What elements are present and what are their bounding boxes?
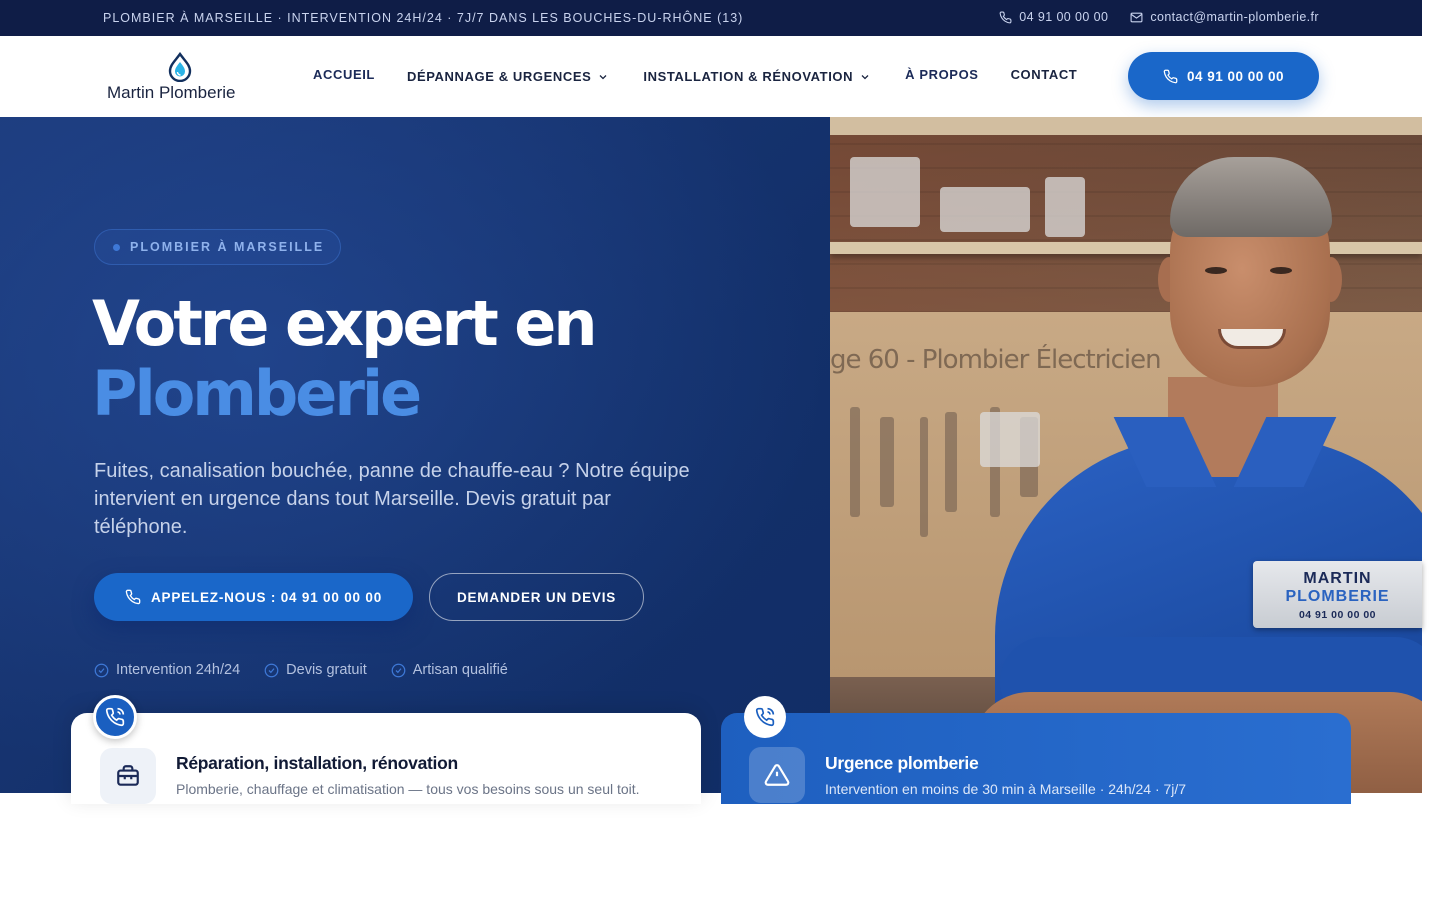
phone-call-icon xyxy=(755,707,775,727)
hero-lead: Fuites, canalisation bouchée, panne de c… xyxy=(94,460,690,538)
header-call-label: 04 91 00 00 00 xyxy=(1186,68,1285,84)
hero-features: Intervention 24h/24 Devis gratuit Artisa… xyxy=(94,662,508,678)
photo-smile xyxy=(1218,329,1286,349)
name-badge-phone: 04 91 00 00 00 xyxy=(1298,609,1377,621)
card-title: Urgence plomberie xyxy=(825,753,979,773)
hero-title: Votre expert en Plomberie xyxy=(92,287,597,430)
topbar-email: contact@martin-plomberie.fr xyxy=(1150,10,1319,24)
photo-part xyxy=(940,187,1030,232)
phone-icon xyxy=(999,11,1012,23)
name-badge-line2: PLOMBERIE xyxy=(1285,588,1390,605)
nav-depannage[interactable]: DÉPANNAGE & URGENCES xyxy=(407,69,609,84)
nav-installation[interactable]: INSTALLATION & RÉNOVATION xyxy=(643,69,871,84)
nav-contact[interactable]: CONTACT xyxy=(1011,67,1078,82)
floating-emergency-call-button[interactable] xyxy=(744,696,786,738)
main-nav: ACCUEIL DÉPANNAGE & URGENCES INSTALLATIO… xyxy=(313,67,1077,84)
photo-eye xyxy=(1205,267,1227,274)
hero-call-label: APPELEZ-NOUS : 04 91 00 00 00 xyxy=(150,589,383,605)
card-title: Réparation, installation, rénovation xyxy=(176,753,458,773)
toolbox-icon xyxy=(117,765,139,786)
photo-part xyxy=(1045,177,1085,237)
phone-call-icon xyxy=(105,707,125,727)
badge-dot xyxy=(113,243,120,251)
photo-tool xyxy=(920,417,928,537)
topbar-phone: 04 91 00 00 00 xyxy=(1019,10,1109,24)
feature-item: Artisan qualifié xyxy=(391,662,508,678)
nav-installation-label: INSTALLATION & RÉNOVATION xyxy=(643,69,854,84)
phone-icon xyxy=(1163,69,1178,83)
feature-item: Intervention 24h/24 xyxy=(94,662,240,678)
photo-tool xyxy=(850,407,860,517)
nav-depannage-label: DÉPANNAGE & URGENCES xyxy=(406,69,592,84)
feature-item: Devis gratuit xyxy=(264,662,367,678)
photo-shelf xyxy=(830,117,1422,135)
check-circle-icon xyxy=(94,663,109,677)
plumber-photo: ge 60 - Plombier Électricien xyxy=(830,117,1422,793)
nav-accueil[interactable]: ACCUEIL xyxy=(313,67,375,82)
services-card[interactable]: Réparation, installation, rénovation Plo… xyxy=(71,713,701,804)
photo-tool xyxy=(880,417,894,507)
site-header: Martin Plomberie ACCUEIL DÉPANNAGE & URG… xyxy=(0,36,1422,117)
feature-label: Intervention 24h/24 xyxy=(116,662,241,678)
chevron-down-icon xyxy=(599,74,607,79)
water-drop-icon xyxy=(168,52,192,82)
emergency-card[interactable]: Urgence plomberie Intervention en moins … xyxy=(721,713,1351,804)
hero-title-line1: Votre expert en xyxy=(92,287,597,360)
photo-tool xyxy=(945,412,957,512)
hero-title-line2: Plomberie xyxy=(92,357,422,430)
topbar-phone-link[interactable]: 04 91 00 00 00 xyxy=(999,10,1108,24)
photo-part xyxy=(850,157,920,227)
hero-quote-button[interactable]: DEMANDER UN DEVIS xyxy=(429,573,644,621)
name-badge-line1: MARTIN xyxy=(1303,570,1372,587)
feature-label: Artisan qualifié xyxy=(412,662,508,678)
check-circle-icon xyxy=(391,663,406,677)
hero-call-button[interactable]: APPELEZ-NOUS : 04 91 00 00 00 xyxy=(94,573,413,621)
card-subtitle: Intervention en moins de 30 min à Marsei… xyxy=(825,781,1187,797)
nav-apropos[interactable]: À PROPOS xyxy=(905,67,978,82)
chevron-down-icon xyxy=(861,74,869,79)
hero-badge: PLOMBIER À MARSEILLE xyxy=(94,229,341,265)
phone-icon xyxy=(125,589,141,605)
photo-shop-sign: ge 60 - Plombier Électricien xyxy=(830,345,1162,375)
feature-label: Devis gratuit xyxy=(286,662,367,678)
logo[interactable]: Martin Plomberie xyxy=(107,50,257,105)
logo-text: Martin Plomberie xyxy=(107,83,236,102)
photo-name-badge: MARTIN PLOMBERIE 04 91 00 00 00 xyxy=(1253,561,1422,628)
check-circle-icon xyxy=(264,663,279,677)
warning-icon xyxy=(764,764,790,786)
page: PLOMBIER À MARSEILLE · INTERVENTION 24H/… xyxy=(0,0,1440,900)
topbar-contacts: 04 91 00 00 00 contact@martin-plomberie.… xyxy=(999,10,1319,24)
mail-icon xyxy=(1130,12,1143,22)
hero-badge-label: PLOMBIER À MARSEILLE xyxy=(130,240,325,254)
hero-section: PLOMBIER À MARSEILLE Votre expert en Plo… xyxy=(0,117,1422,793)
topbar-email-link[interactable]: contact@martin-plomberie.fr xyxy=(1130,10,1319,24)
hero-background-glow xyxy=(0,117,830,793)
card-icon-box xyxy=(749,747,805,803)
floating-call-button[interactable] xyxy=(93,695,137,739)
header-call-button[interactable]: 04 91 00 00 00 xyxy=(1128,52,1319,100)
card-subtitle: Plomberie, chauffage et climatisation — … xyxy=(176,781,640,797)
topbar-tagline: PLOMBIER À MARSEILLE · INTERVENTION 24H/… xyxy=(103,11,744,25)
photo-eye xyxy=(1270,267,1292,274)
card-icon-box xyxy=(100,748,156,804)
photo-part xyxy=(980,412,1040,467)
photo-shelf xyxy=(830,242,1422,254)
top-bar: PLOMBIER À MARSEILLE · INTERVENTION 24H/… xyxy=(0,0,1422,36)
